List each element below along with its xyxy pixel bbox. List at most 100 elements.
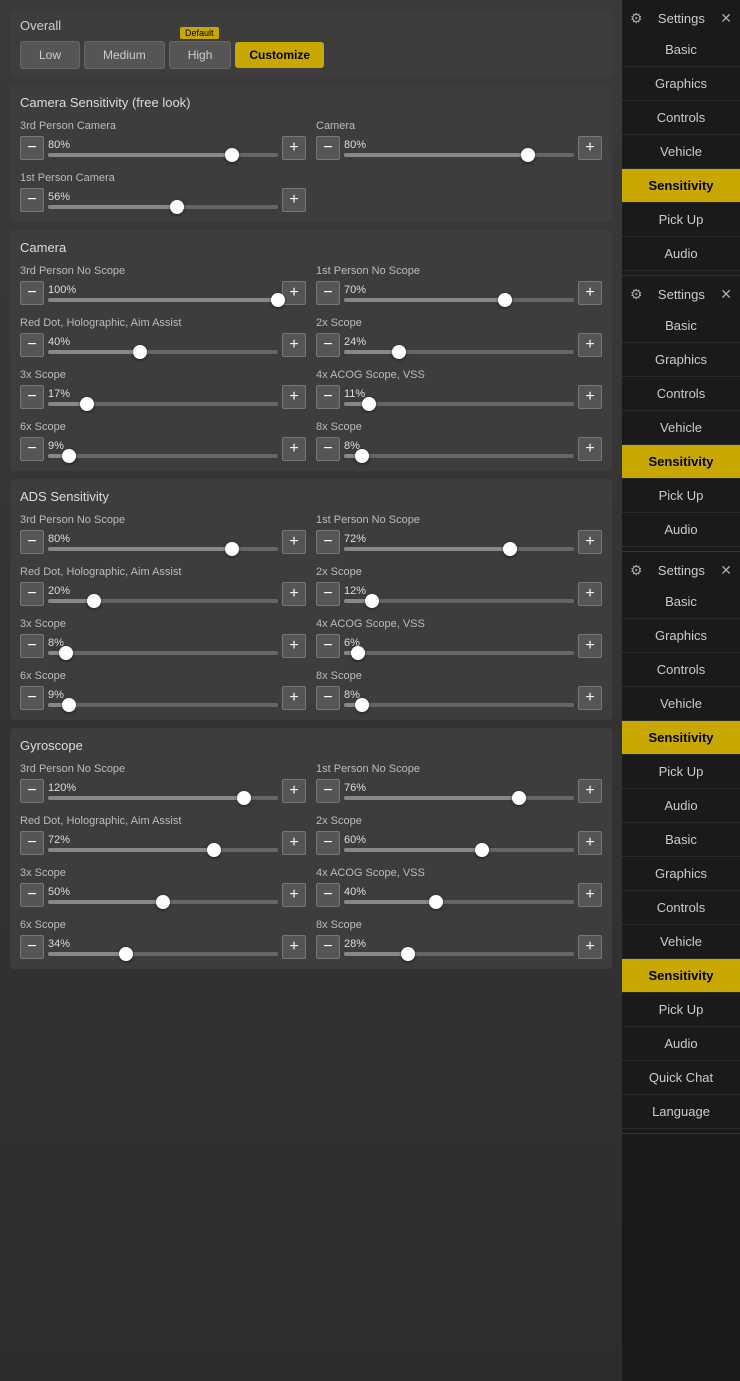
slider-minus[interactable]: −: [316, 136, 340, 160]
slider-track[interactable]: [344, 848, 574, 852]
slider-minus[interactable]: −: [20, 686, 44, 710]
slider-plus[interactable]: +: [578, 883, 602, 907]
slider-plus[interactable]: +: [578, 935, 602, 959]
sidebar-audio-2[interactable]: Audio: [622, 513, 740, 547]
sidebar-audio-3b[interactable]: Audio: [622, 1027, 740, 1061]
slider-minus[interactable]: −: [20, 582, 44, 606]
sidebar-graphics-2[interactable]: Graphics: [622, 343, 740, 377]
slider-track[interactable]: [344, 900, 574, 904]
slider-minus[interactable]: −: [20, 333, 44, 357]
slider-plus[interactable]: +: [282, 333, 306, 357]
sidebar-basic-1[interactable]: Basic: [622, 33, 740, 67]
slider-plus[interactable]: +: [282, 582, 306, 606]
slider-track[interactable]: [344, 703, 574, 707]
sidebar-sensitivity-3[interactable]: Sensitivity: [622, 721, 740, 755]
slider-plus[interactable]: +: [282, 136, 306, 160]
quality-low[interactable]: Low: [20, 41, 80, 69]
slider-track[interactable]: [344, 796, 574, 800]
slider-plus[interactable]: +: [578, 779, 602, 803]
slider-track[interactable]: [48, 900, 278, 904]
slider-minus[interactable]: −: [20, 281, 44, 305]
slider-track[interactable]: [48, 599, 278, 603]
sidebar-graphics-3a[interactable]: Graphics: [622, 619, 740, 653]
sidebar-vehicle-1[interactable]: Vehicle: [622, 135, 740, 169]
sidebar-controls-3a[interactable]: Controls: [622, 653, 740, 687]
slider-minus[interactable]: −: [316, 883, 340, 907]
slider-minus[interactable]: −: [20, 437, 44, 461]
slider-minus[interactable]: −: [316, 634, 340, 658]
slider-plus[interactable]: +: [282, 188, 306, 212]
slider-track[interactable]: [48, 796, 278, 800]
slider-plus[interactable]: +: [282, 883, 306, 907]
slider-minus[interactable]: −: [20, 530, 44, 554]
sidebar-sensitivity-3b[interactable]: Sensitivity: [622, 959, 740, 993]
slider-plus[interactable]: +: [282, 831, 306, 855]
slider-track[interactable]: [344, 298, 574, 302]
close-icon-2[interactable]: ✕: [720, 286, 732, 303]
slider-track[interactable]: [48, 205, 278, 209]
sidebar-graphics-1[interactable]: Graphics: [622, 67, 740, 101]
sidebar-sensitivity-2[interactable]: Sensitivity: [622, 445, 740, 479]
sidebar-controls-3b[interactable]: Controls: [622, 891, 740, 925]
sidebar-basic-2[interactable]: Basic: [622, 309, 740, 343]
slider-plus[interactable]: +: [282, 530, 306, 554]
slider-plus[interactable]: +: [578, 634, 602, 658]
slider-plus[interactable]: +: [282, 281, 306, 305]
sidebar-controls-1[interactable]: Controls: [622, 101, 740, 135]
slider-plus[interactable]: +: [282, 437, 306, 461]
slider-track[interactable]: [48, 952, 278, 956]
quality-high[interactable]: High: [169, 41, 232, 69]
sidebar-pickup-2[interactable]: Pick Up: [622, 479, 740, 513]
slider-track[interactable]: [344, 547, 574, 551]
sidebar-pickup-1[interactable]: Pick Up: [622, 203, 740, 237]
sidebar-language[interactable]: Language: [622, 1095, 740, 1129]
sidebar-vehicle-3a[interactable]: Vehicle: [622, 687, 740, 721]
slider-plus[interactable]: +: [282, 779, 306, 803]
slider-minus[interactable]: −: [316, 385, 340, 409]
slider-minus[interactable]: −: [316, 437, 340, 461]
slider-plus[interactable]: +: [578, 281, 602, 305]
slider-plus[interactable]: +: [578, 333, 602, 357]
slider-track[interactable]: [344, 651, 574, 655]
slider-track[interactable]: [344, 402, 574, 406]
slider-track[interactable]: [344, 952, 574, 956]
sidebar-quickchat[interactable]: Quick Chat: [622, 1061, 740, 1095]
slider-minus[interactable]: −: [316, 779, 340, 803]
slider-plus[interactable]: +: [578, 136, 602, 160]
slider-minus[interactable]: −: [20, 188, 44, 212]
slider-minus[interactable]: −: [316, 935, 340, 959]
slider-minus[interactable]: −: [20, 935, 44, 959]
slider-minus[interactable]: −: [316, 686, 340, 710]
sidebar-controls-2[interactable]: Controls: [622, 377, 740, 411]
slider-track[interactable]: [48, 454, 278, 458]
slider-minus[interactable]: −: [316, 333, 340, 357]
slider-plus[interactable]: +: [578, 582, 602, 606]
sidebar-vehicle-3b[interactable]: Vehicle: [622, 925, 740, 959]
sidebar-basic-3b[interactable]: Basic: [622, 823, 740, 857]
slider-minus[interactable]: −: [316, 831, 340, 855]
slider-track[interactable]: [344, 454, 574, 458]
slider-plus[interactable]: +: [578, 686, 602, 710]
quality-medium[interactable]: Medium: [84, 41, 165, 69]
sidebar-audio-3[interactable]: Audio: [622, 789, 740, 823]
sidebar-graphics-3b[interactable]: Graphics: [622, 857, 740, 891]
slider-plus[interactable]: +: [282, 686, 306, 710]
slider-track[interactable]: [48, 298, 278, 302]
slider-minus[interactable]: −: [316, 530, 340, 554]
close-icon-1[interactable]: ✕: [720, 10, 732, 27]
slider-track[interactable]: [344, 350, 574, 354]
sidebar-basic-3a[interactable]: Basic: [622, 585, 740, 619]
slider-track[interactable]: [48, 651, 278, 655]
slider-plus[interactable]: +: [578, 437, 602, 461]
sidebar-pickup-3[interactable]: Pick Up: [622, 755, 740, 789]
slider-minus[interactable]: −: [20, 883, 44, 907]
slider-minus[interactable]: −: [20, 634, 44, 658]
slider-track[interactable]: [48, 402, 278, 406]
slider-track[interactable]: [48, 703, 278, 707]
slider-track[interactable]: [48, 350, 278, 354]
slider-minus[interactable]: −: [316, 582, 340, 606]
slider-track[interactable]: [48, 848, 278, 852]
slider-plus[interactable]: +: [282, 385, 306, 409]
quality-customize[interactable]: Customize: [235, 42, 324, 68]
slider-track[interactable]: [344, 153, 574, 157]
